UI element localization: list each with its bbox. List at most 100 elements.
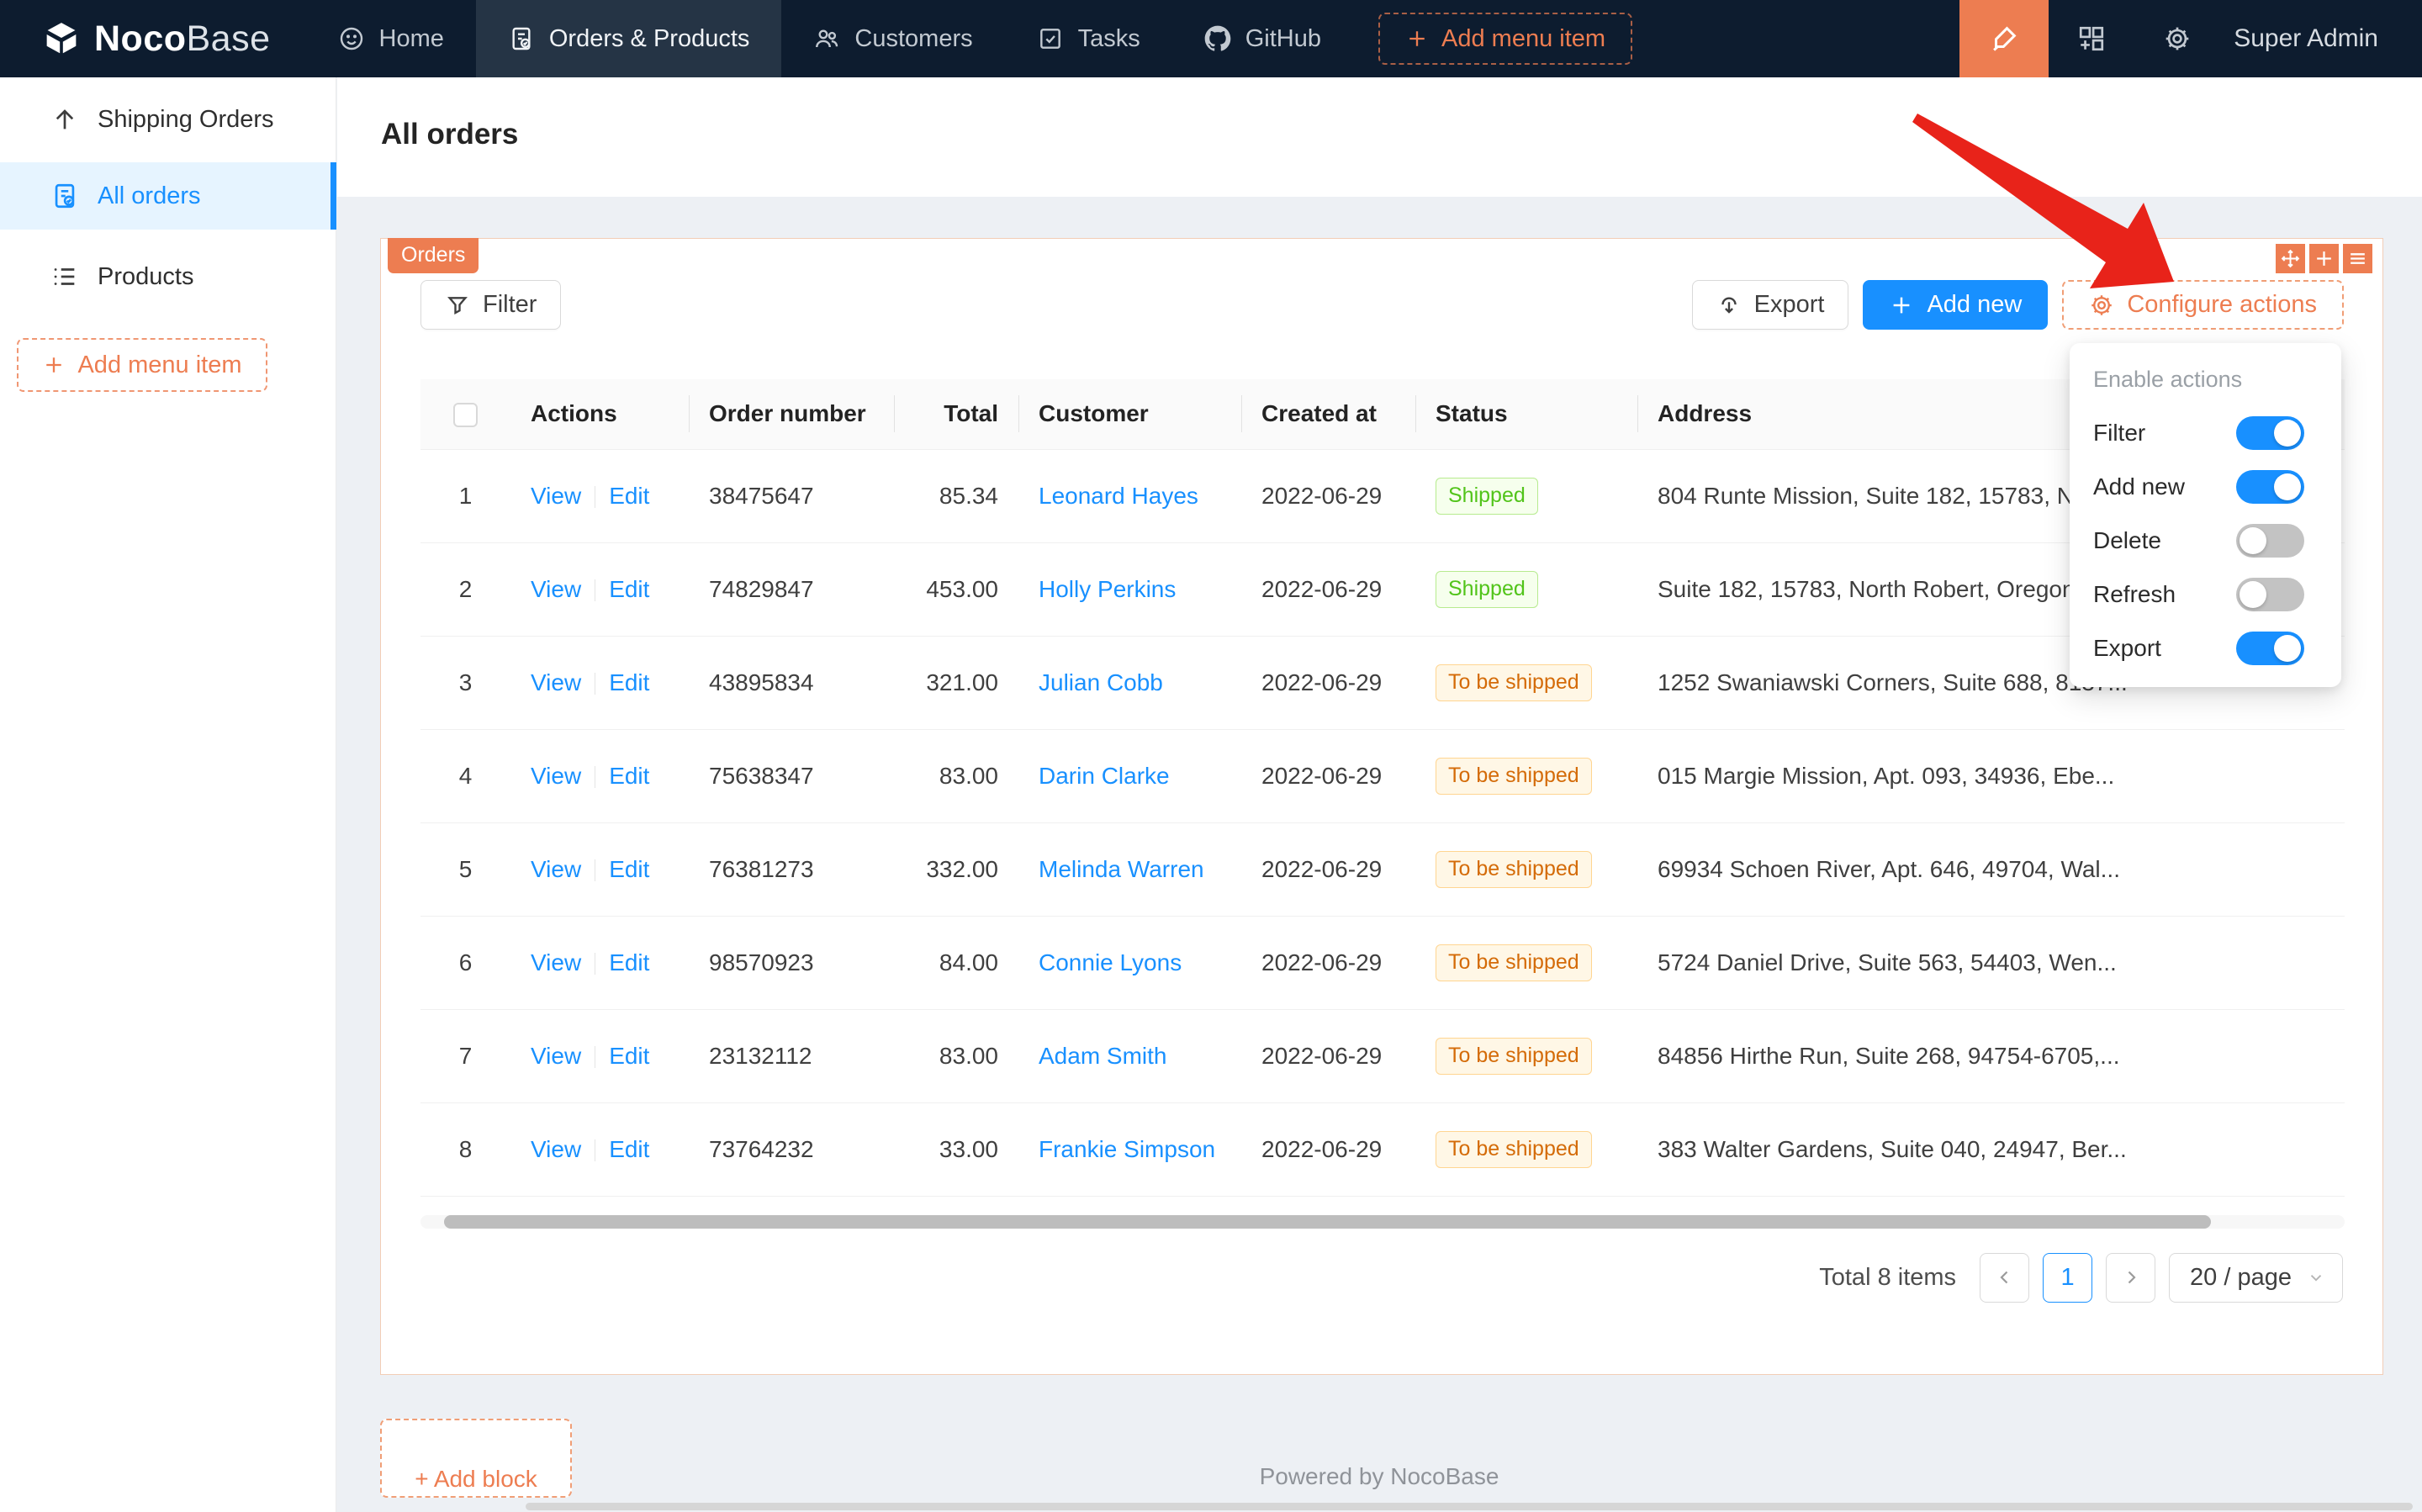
- cell-address: 69934 Schoen River, Apt. 646, 49704, Wal…: [1637, 822, 2345, 916]
- table-row: 4 ViewEdit 75638347 83.00 Darin Clarke 2…: [420, 729, 2345, 822]
- enable-action-export[interactable]: Export: [2070, 621, 2341, 675]
- edit-link[interactable]: Edit: [609, 1136, 649, 1162]
- view-link[interactable]: View: [531, 1136, 581, 1162]
- status-badge: To be shipped: [1436, 1038, 1592, 1075]
- page-horizontal-scrollbar[interactable]: [526, 1503, 2413, 1510]
- configure-actions-button[interactable]: Configure actions: [2062, 280, 2344, 330]
- ui-editor-button[interactable]: [1959, 0, 2049, 77]
- enable-action-filter[interactable]: Filter: [2070, 406, 2341, 460]
- status-badge: Shipped: [1436, 571, 1538, 608]
- edit-link[interactable]: Edit: [609, 856, 649, 882]
- view-link[interactable]: View: [531, 856, 581, 882]
- add-new-toggle[interactable]: [2236, 470, 2304, 504]
- block-designer-toolbar: [2276, 244, 2372, 273]
- nav-item-customers[interactable]: Customers: [781, 0, 1004, 77]
- sidebar-item-products[interactable]: Products: [0, 243, 336, 310]
- customer-link[interactable]: Melinda Warren: [1039, 856, 1204, 882]
- nav-item-tasks[interactable]: Tasks: [1005, 0, 1172, 77]
- highlighter-icon: [1988, 23, 2020, 55]
- column-header-customer[interactable]: Customer: [1018, 379, 1241, 449]
- row-index[interactable]: 4: [420, 729, 510, 822]
- add-new-label: Add new: [1927, 291, 2022, 319]
- nav-item-orders-products[interactable]: Orders & Products: [476, 0, 782, 77]
- nav-add-menu-item-button[interactable]: Add menu item: [1378, 13, 1632, 65]
- column-header-order-number[interactable]: Order number: [689, 379, 894, 449]
- user-menu[interactable]: Super Admin: [2220, 24, 2422, 53]
- view-link[interactable]: View: [531, 763, 581, 789]
- block-menu-icon[interactable]: [2343, 244, 2372, 273]
- table-horizontal-scrollbar-thumb[interactable]: [444, 1215, 2211, 1229]
- filter-toggle[interactable]: [2236, 416, 2304, 450]
- status-badge: To be shipped: [1436, 944, 1592, 981]
- row-index[interactable]: 8: [420, 1102, 510, 1196]
- add-new-button[interactable]: Add new: [1863, 280, 2048, 330]
- edit-link[interactable]: Edit: [609, 763, 649, 789]
- enable-action-refresh[interactable]: Refresh: [2070, 568, 2341, 621]
- enable-action-label: Refresh: [2093, 581, 2176, 608]
- customer-link[interactable]: Frankie Simpson: [1039, 1136, 1215, 1162]
- cube-logo-icon: [42, 19, 81, 58]
- top-navbar: NocoBase Home Orders & Products Customer…: [0, 0, 2422, 77]
- edit-link[interactable]: Edit: [609, 669, 649, 695]
- row-index[interactable]: 2: [420, 542, 510, 636]
- settings-button[interactable]: [2134, 0, 2220, 77]
- pagination-page-1[interactable]: 1: [2043, 1253, 2092, 1303]
- sidebar-add-menu-item-button[interactable]: Add menu item: [17, 338, 267, 392]
- export-button[interactable]: Export: [1692, 280, 1849, 330]
- view-link[interactable]: View: [531, 576, 581, 602]
- row-index[interactable]: 7: [420, 1009, 510, 1102]
- nocobase-logo[interactable]: NocoBase: [0, 19, 306, 60]
- drag-handle-icon[interactable]: [2276, 244, 2305, 273]
- row-index[interactable]: 3: [420, 636, 510, 729]
- cell-created-at: 2022-06-29: [1241, 822, 1415, 916]
- sidebar-item-all-orders[interactable]: All orders: [0, 162, 336, 230]
- pagination-next-button[interactable]: [2106, 1253, 2155, 1303]
- view-link[interactable]: View: [531, 1043, 581, 1069]
- page-size-value: 20 / page: [2190, 1264, 2292, 1292]
- filter-button[interactable]: Filter: [420, 280, 561, 330]
- order-document-icon: [508, 25, 535, 52]
- appstore-add-icon: [2077, 24, 2106, 53]
- sidebar-item-shipping-orders[interactable]: Shipping Orders: [0, 86, 336, 153]
- row-index[interactable]: 6: [420, 916, 510, 1009]
- nav-item-home[interactable]: Home: [306, 0, 476, 77]
- cell-order-number: 76381273: [689, 822, 894, 916]
- column-header-total[interactable]: Total: [894, 379, 1018, 449]
- refresh-toggle[interactable]: [2236, 578, 2304, 611]
- nav-item-label: GitHub: [1245, 25, 1321, 53]
- row-index[interactable]: 1: [420, 449, 510, 542]
- column-header-created-at[interactable]: Created at: [1241, 379, 1415, 449]
- export-toggle[interactable]: [2236, 632, 2304, 665]
- edit-link[interactable]: Edit: [609, 1043, 649, 1069]
- customer-link[interactable]: Julian Cobb: [1039, 669, 1163, 695]
- enable-action-add-new[interactable]: Add new: [2070, 460, 2341, 514]
- nav-item-github[interactable]: GitHub: [1172, 0, 1353, 77]
- delete-toggle[interactable]: [2236, 524, 2304, 558]
- column-header-status[interactable]: Status: [1415, 379, 1637, 449]
- add-block-icon[interactable]: [2309, 244, 2339, 273]
- export-label: Export: [1754, 291, 1825, 319]
- add-block-button[interactable]: + Add block: [380, 1419, 572, 1498]
- view-link[interactable]: View: [531, 949, 581, 975]
- customer-link[interactable]: Adam Smith: [1039, 1043, 1167, 1069]
- customer-link[interactable]: Holly Perkins: [1039, 576, 1176, 602]
- row-index[interactable]: 5: [420, 822, 510, 916]
- pagination-prev-button[interactable]: [1980, 1253, 2029, 1303]
- cell-total: 83.00: [894, 729, 1018, 822]
- plugin-manager-button[interactable]: [2049, 0, 2134, 77]
- edit-link[interactable]: Edit: [609, 576, 649, 602]
- cell-total: 83.00: [894, 1009, 1018, 1102]
- enable-action-label: Add new: [2093, 473, 2185, 500]
- edit-link[interactable]: Edit: [609, 483, 649, 509]
- edit-link[interactable]: Edit: [609, 949, 649, 975]
- page-size-select[interactable]: 20 / page: [2169, 1253, 2343, 1303]
- view-link[interactable]: View: [531, 669, 581, 695]
- enable-action-delete[interactable]: Delete: [2070, 514, 2341, 568]
- sidebar-item-label: Shipping Orders: [98, 106, 274, 134]
- column-header-actions[interactable]: Actions: [510, 379, 689, 449]
- select-all-checkbox[interactable]: [453, 403, 478, 427]
- view-link[interactable]: View: [531, 483, 581, 509]
- customer-link[interactable]: Darin Clarke: [1039, 763, 1170, 789]
- customer-link[interactable]: Leonard Hayes: [1039, 483, 1198, 509]
- customer-link[interactable]: Connie Lyons: [1039, 949, 1182, 975]
